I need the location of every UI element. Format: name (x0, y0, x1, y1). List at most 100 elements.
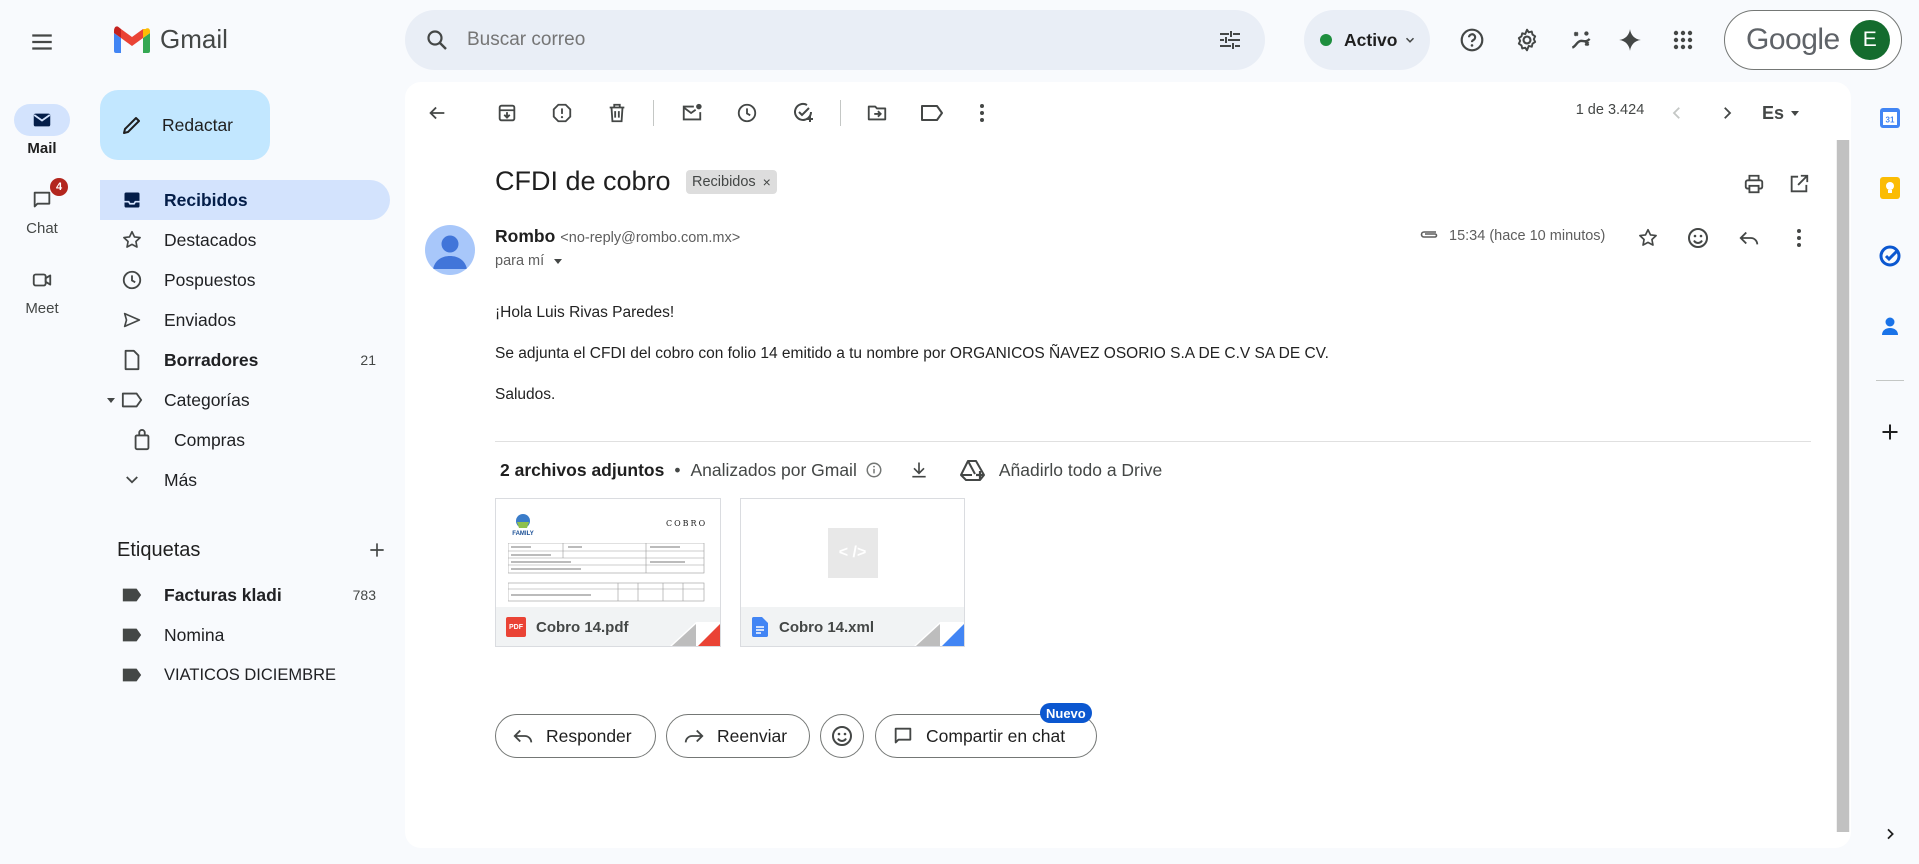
back-button[interactable] (420, 96, 454, 130)
arrow-left-icon (429, 106, 445, 120)
compose-button[interactable]: Redactar (100, 90, 270, 160)
sender-avatar[interactable] (425, 225, 475, 275)
label-item[interactable]: Nomina (100, 615, 390, 655)
add-reaction-button[interactable] (1682, 222, 1714, 254)
archive-button[interactable] (490, 96, 524, 130)
email-body: ¡Hola Luis Rivas Paredes! Se adjunta el … (495, 304, 1329, 404)
attachment-card-pdf[interactable]: FAMILY COBRO PDF Cobro 14.pdf (495, 498, 721, 647)
tasks-app-button[interactable] (1874, 240, 1906, 272)
labels-button[interactable] (915, 96, 949, 130)
tasks-icon (1879, 245, 1901, 267)
attachment-card-xml[interactable]: < /> Cobro 14.xml (740, 498, 965, 647)
draft-icon (120, 349, 144, 371)
get-addons-button[interactable] (1874, 416, 1906, 448)
nav-categories[interactable]: Categorías (100, 380, 390, 420)
newer-button[interactable] (1660, 96, 1694, 130)
rail-mail-label: Mail (27, 140, 57, 157)
search-bar[interactable] (405, 10, 1265, 70)
add-label-icon[interactable] (367, 540, 387, 560)
contacts-app-button[interactable] (1874, 310, 1906, 342)
older-button[interactable] (1710, 96, 1744, 130)
status-selector[interactable]: Activo (1304, 10, 1430, 70)
label-chip[interactable]: Recibidos × (686, 170, 777, 194)
chevron-right-icon (1887, 828, 1894, 840)
nav-inbox[interactable]: Recibidos (100, 180, 390, 220)
delete-button[interactable] (600, 96, 634, 130)
menu-icon (32, 34, 52, 50)
nav-purchases[interactable]: Compras (100, 420, 390, 460)
message-more-button[interactable] (1783, 222, 1815, 254)
input-tools-button[interactable]: Es (1762, 100, 1801, 126)
settings-button[interactable] (1507, 20, 1547, 60)
gmail-logo[interactable]: Gmail (112, 24, 228, 55)
nav-inbox-label: Recibidos (164, 189, 248, 210)
info-icon[interactable] (865, 461, 883, 479)
plus-icon (1882, 424, 1898, 440)
snooze-button[interactable] (730, 96, 764, 130)
nav-drafts[interactable]: Borradores 21 (100, 340, 390, 380)
new-badge: Nuevo (1040, 703, 1092, 723)
search-options-icon[interactable] (1217, 28, 1243, 52)
keep-icon (1880, 177, 1900, 199)
support-button[interactable] (1452, 20, 1492, 60)
add-task-icon (794, 102, 813, 122)
scrollbar-track[interactable] (1836, 140, 1850, 832)
recipient-details[interactable]: para mí (495, 253, 564, 269)
more-options-button[interactable] (965, 96, 999, 130)
reply-icon-button[interactable] (1733, 222, 1765, 254)
add-task-button[interactable] (786, 96, 820, 130)
document-icon (752, 617, 768, 637)
move-to-button[interactable] (860, 96, 894, 130)
label-name: Facturas kladi (164, 584, 282, 605)
label-icon (921, 105, 943, 121)
mail-unread-icon (682, 103, 702, 121)
calendar-app-button[interactable]: 31 (1874, 102, 1906, 134)
labs-button[interactable] (1561, 20, 1601, 60)
xml-preview: < /> (741, 499, 964, 607)
download-all-icon[interactable] (909, 460, 929, 480)
label-tag-icon (120, 587, 144, 603)
app-name: Gmail (160, 24, 228, 54)
emoji-icon (1688, 228, 1708, 248)
keep-app-button[interactable] (1874, 172, 1906, 204)
meet-icon (14, 264, 70, 296)
search-icon[interactable] (425, 28, 449, 52)
pencil-icon (123, 117, 140, 134)
nav-starred[interactable]: Destacados (100, 220, 390, 260)
chat-icon (894, 727, 912, 744)
apps-grid-icon (1673, 30, 1693, 50)
rail-item-mail[interactable]: Mail (0, 104, 84, 157)
gemini-button[interactable] (1610, 20, 1650, 60)
report-spam-button[interactable] (545, 96, 579, 130)
attachments-divider (495, 441, 1811, 442)
rail-item-chat[interactable]: 4 Chat (0, 178, 84, 237)
apps-button[interactable] (1663, 20, 1703, 60)
chevron-left-icon (1672, 107, 1680, 119)
add-to-drive-button[interactable]: Añadirlo todo a Drive (959, 458, 1162, 482)
nav-sent[interactable]: Enviados (100, 300, 390, 340)
rail-item-meet[interactable]: Meet (0, 264, 84, 317)
recipient-label: para mí (495, 253, 545, 269)
remove-label-icon[interactable]: × (763, 174, 771, 190)
account-button[interactable]: Google E (1724, 10, 1902, 70)
label-item[interactable]: VIATICOS DICIEMBRE (100, 655, 390, 695)
emoji-reaction-button[interactable] (820, 714, 864, 758)
caret-down-icon[interactable] (106, 395, 116, 405)
mark-unread-button[interactable] (675, 96, 709, 130)
main-menu-button[interactable] (22, 22, 62, 62)
sender-name[interactable]: Rombo (495, 226, 555, 247)
send-icon (120, 309, 144, 331)
star-button[interactable] (1632, 222, 1664, 254)
forward-button[interactable]: Reenviar (666, 714, 810, 758)
reply-button[interactable]: Responder (495, 714, 656, 758)
show-side-panel-button[interactable] (1876, 820, 1904, 848)
label-item[interactable]: Facturas kladi 783 (100, 575, 390, 615)
nav-more[interactable]: Más (100, 460, 390, 500)
emoji-icon (832, 726, 852, 746)
open-new-window-button[interactable] (1783, 168, 1815, 200)
print-button[interactable] (1738, 168, 1770, 200)
nav-snoozed[interactable]: Pospuestos (100, 260, 390, 300)
search-input[interactable] (467, 29, 1217, 51)
scrollbar-thumb[interactable] (1837, 140, 1849, 832)
caret-down-icon (554, 259, 563, 264)
